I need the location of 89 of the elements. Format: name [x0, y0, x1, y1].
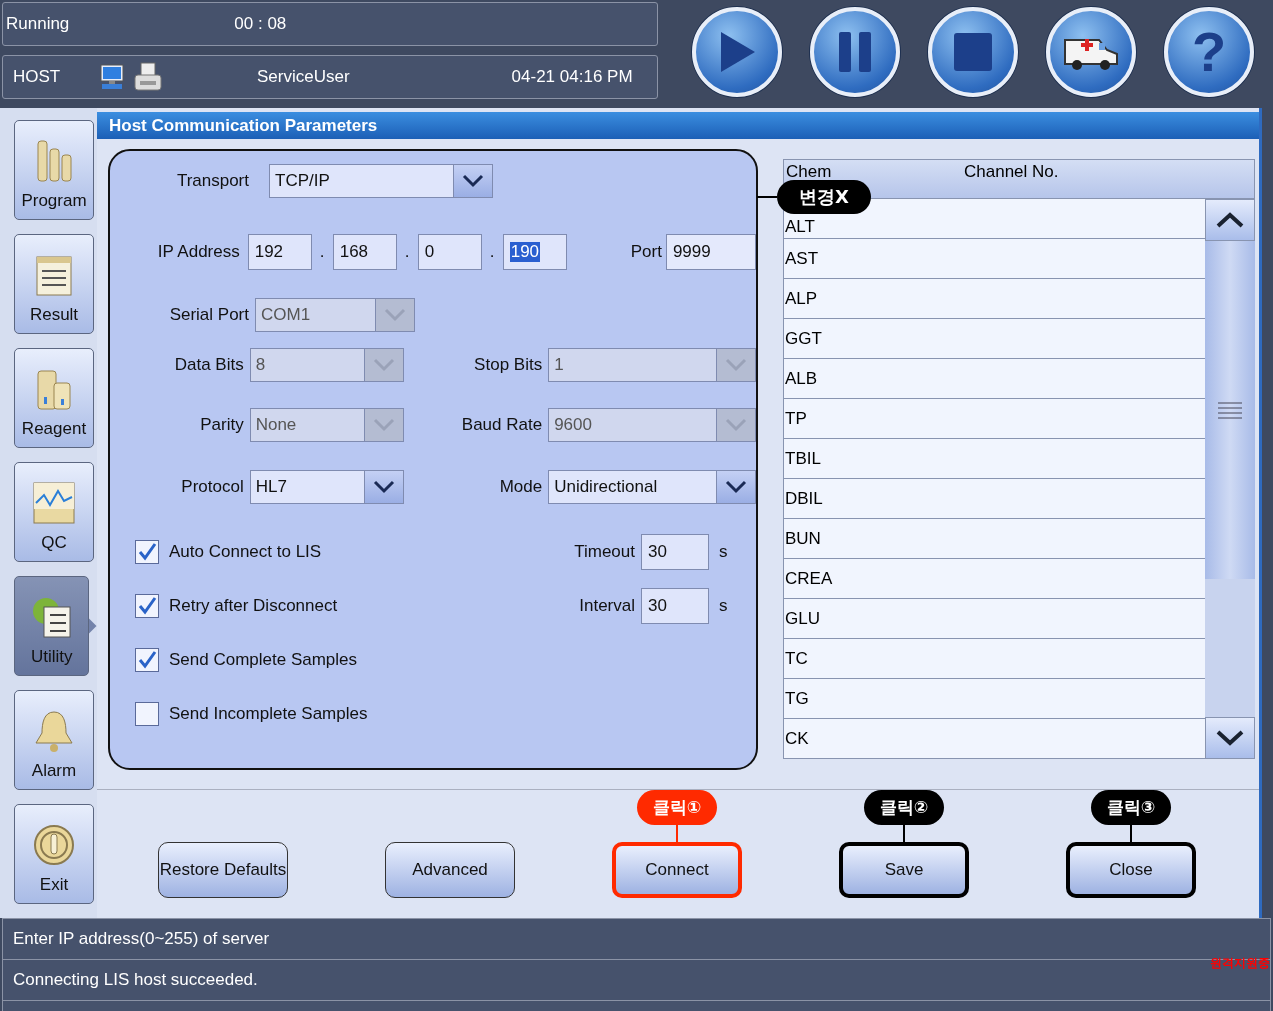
chevron-down-icon	[725, 480, 747, 494]
chevron-down-icon	[725, 418, 747, 432]
unit-label: s	[719, 596, 728, 616]
ip-separator: .	[488, 242, 496, 262]
printer-icon	[134, 62, 162, 92]
scrollbar[interactable]	[1205, 199, 1255, 759]
connection-label: HOST	[13, 67, 62, 87]
leader-line	[757, 196, 777, 198]
checkbox[interactable]	[135, 648, 159, 672]
computer-icon	[100, 64, 124, 90]
field-label: IP Address	[156, 242, 241, 262]
select-dropdown[interactable]: HL7	[249, 470, 404, 504]
run-timer: 00 : 08	[234, 14, 287, 34]
nav-button[interactable]: Result	[14, 234, 94, 334]
nav-button[interactable]: Program	[14, 120, 94, 220]
chevron-down-icon	[725, 358, 747, 372]
field-label: Timeout	[573, 542, 635, 562]
date-time: 04-21 04:16 PM	[511, 67, 633, 87]
number-field[interactable]: 30	[641, 534, 709, 570]
field-label: Stop Bits	[473, 355, 544, 375]
bottles-icon	[34, 367, 74, 411]
leader-line	[1130, 825, 1132, 842]
user-name: ServiceUser	[257, 67, 350, 87]
chevron-down-icon	[384, 308, 406, 322]
checkbox-label: Send Incomplete Samples	[169, 704, 368, 724]
ip-separator: .	[403, 242, 411, 262]
nav-button[interactable]: Exit	[14, 804, 94, 904]
transport-dropdown[interactable]: TCP/IP	[269, 164, 493, 198]
field-label: Transport	[175, 171, 250, 191]
action-button[interactable]: Connect	[612, 842, 742, 898]
ip-separator: .	[318, 242, 326, 262]
nav-button[interactable]: Reagent	[14, 348, 94, 448]
step-callout: 클릭①	[636, 790, 718, 825]
checkbox[interactable]	[135, 594, 159, 618]
field-label: Data Bits	[173, 355, 245, 375]
checkbox-label: Retry after Disconnect	[169, 596, 338, 616]
scroll-down-button[interactable]	[1205, 717, 1255, 759]
action-button[interactable]: Save	[839, 842, 969, 898]
grip-icon	[1217, 400, 1243, 420]
field-label: Interval	[578, 596, 635, 616]
ip-octet-field[interactable]: 190	[502, 234, 567, 270]
chevron-down-icon	[1215, 729, 1245, 747]
chevron-down-icon	[372, 480, 395, 494]
column-header: Chem	[785, 162, 833, 182]
chevron-down-icon	[372, 418, 395, 432]
action-button[interactable]: Close	[1066, 842, 1196, 898]
chevron-up-icon	[1215, 211, 1245, 229]
scroll-thumb[interactable]	[1205, 241, 1255, 579]
annotation-tooltip: 변경X	[777, 180, 871, 214]
number-field[interactable]: 30	[641, 588, 709, 624]
unit-label: s	[719, 542, 728, 562]
checkbox-label: Auto Connect to LIS	[169, 542, 322, 562]
ip-octet-field[interactable]: 168	[332, 234, 397, 270]
nav-button[interactable]: QC	[14, 462, 94, 562]
ip-octet-field[interactable]: 192	[247, 234, 312, 270]
nav-button[interactable]: Utility	[14, 576, 90, 676]
ip-octet-field[interactable]: 0	[417, 234, 482, 270]
help-button[interactable]: ?	[1164, 7, 1254, 97]
scroll-up-button[interactable]	[1205, 199, 1255, 241]
column-header: Channel No.	[964, 162, 1059, 182]
field-label: Baud Rate	[460, 415, 544, 435]
step-callout: 클릭②	[863, 790, 945, 825]
stop-icon	[953, 32, 993, 72]
step-callout: 클릭③	[1090, 790, 1172, 825]
port-field[interactable]: 9999	[665, 234, 756, 270]
bell-icon	[32, 709, 76, 753]
chevron-down-icon	[372, 358, 395, 372]
leader-line	[903, 825, 905, 842]
chevron-down-icon	[462, 174, 484, 188]
field-label: Port	[630, 242, 662, 262]
line-chart-icon	[32, 481, 76, 525]
field-label: Parity	[199, 415, 245, 435]
checkbox[interactable]	[135, 540, 159, 564]
run-status: Running	[6, 14, 70, 34]
checkbox[interactable]	[135, 702, 159, 726]
leader-line	[676, 825, 678, 842]
field-label: Mode	[498, 477, 544, 497]
nav-button[interactable]: Alarm	[14, 690, 94, 790]
field-label: Serial Port	[168, 305, 250, 325]
action-button[interactable]: Advanced	[385, 842, 515, 898]
bars-icon	[34, 139, 74, 183]
pointer-icon	[89, 618, 97, 634]
notepad-icon	[34, 253, 74, 297]
action-button[interactable]: Restore Defaults	[158, 842, 288, 898]
panel-title: Host Communication Parameters	[97, 112, 1259, 139]
field-label: Protocol	[180, 477, 245, 497]
checkbox-label: Send Complete Samples	[169, 650, 358, 670]
power-icon	[32, 823, 76, 867]
select-dropdown[interactable]: Unidirectional	[548, 470, 756, 504]
